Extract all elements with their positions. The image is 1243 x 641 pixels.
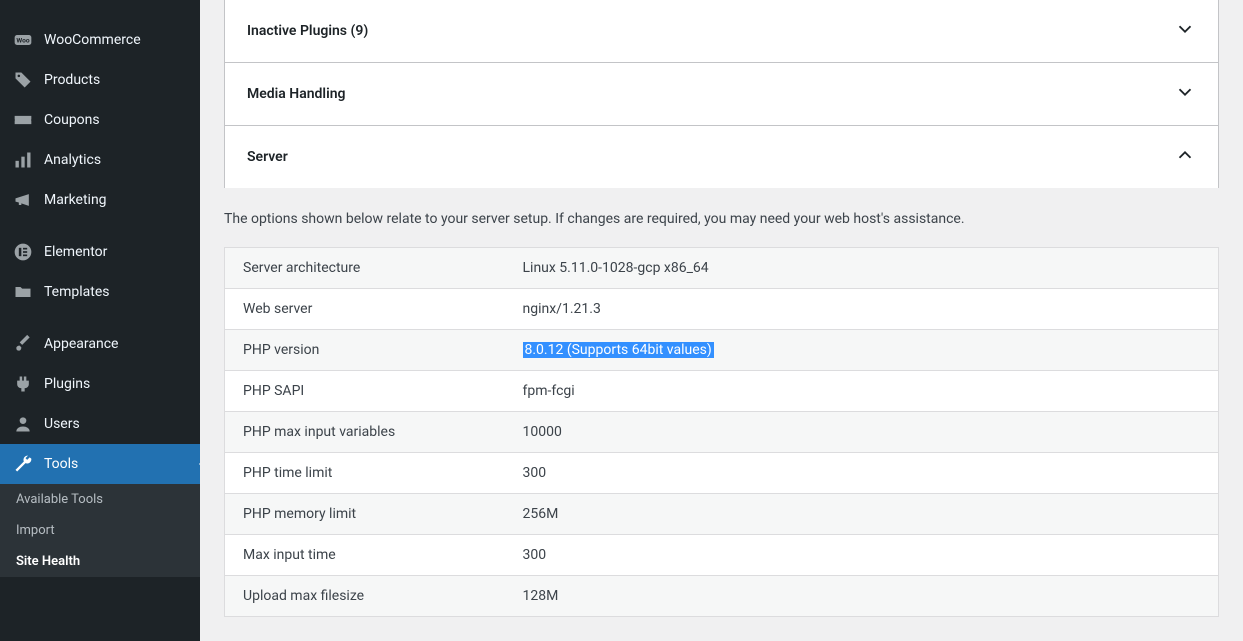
table-cell-label: Max input time (225, 535, 505, 576)
table-cell-label: PHP version (225, 330, 505, 371)
sidebar-item-label: Coupons (44, 112, 100, 128)
table-cell-label: Server architecture (225, 248, 505, 289)
svg-text:Woo: Woo (16, 37, 29, 45)
main-content: Inactive Plugins (9) Media Handling Serv… (200, 0, 1243, 641)
sidebar-item-label: Marketing (44, 192, 107, 208)
tag-icon (12, 70, 34, 90)
megaphone-icon (12, 190, 34, 210)
admin-sidebar: Woo WooCommerce Products Coupons Analyti… (0, 0, 200, 641)
sidebar-item-label: Templates (44, 284, 110, 300)
sidebar-item-templates[interactable]: Templates (0, 272, 200, 312)
elementor-icon (12, 242, 34, 262)
table-cell-label: PHP time limit (225, 453, 505, 494)
sidebar-item-plugins[interactable]: Plugins (0, 364, 200, 404)
sidebar-item-label: Appearance (44, 336, 118, 352)
panel-header-media-handling[interactable]: Media Handling (225, 63, 1218, 125)
sidebar-item-label: Plugins (44, 376, 90, 392)
submenu-available-tools[interactable]: Available Tools (0, 484, 200, 515)
ticket-icon (12, 110, 34, 130)
bar-chart-icon (12, 150, 34, 170)
sidebar-item-products[interactable]: Products (0, 60, 200, 100)
sidebar-item-tools[interactable]: Tools (0, 444, 200, 484)
chevron-up-icon (1174, 144, 1196, 170)
table-cell-value: 300 (505, 535, 1219, 576)
table-cell-value: 128M (505, 576, 1219, 617)
table-row: Upload max filesize128M (225, 576, 1219, 617)
tools-submenu: Available Tools Import Site Health (0, 484, 200, 577)
table-row: PHP time limit300 (225, 453, 1219, 494)
table-row: Server architectureLinux 5.11.0-1028-gcp… (225, 248, 1219, 289)
wrench-icon (12, 454, 34, 474)
sidebar-item-label: WooCommerce (44, 32, 141, 48)
sidebar-item-analytics[interactable]: Analytics (0, 140, 200, 180)
table-row: Web servernginx/1.21.3 (225, 289, 1219, 330)
sidebar-item-label: Elementor (44, 244, 107, 260)
sidebar-item-users[interactable]: Users (0, 404, 200, 444)
table-cell-value: 300 (505, 453, 1219, 494)
sidebar-item-marketing[interactable]: Marketing (0, 180, 200, 220)
panel-title: Media Handling (247, 86, 346, 102)
table-cell-value: 256M (505, 494, 1219, 535)
table-row: PHP SAPIfpm-fcgi (225, 371, 1219, 412)
sidebar-item-coupons[interactable]: Coupons (0, 100, 200, 140)
sidebar-item-label: Users (44, 416, 80, 432)
panel-server: Server (224, 125, 1219, 188)
table-cell-label: Web server (225, 289, 505, 330)
plug-icon (12, 374, 34, 394)
panel-title: Inactive Plugins (9) (247, 23, 368, 39)
sidebar-item-elementor[interactable]: Elementor (0, 232, 200, 272)
table-row: PHP memory limit256M (225, 494, 1219, 535)
table-cell-value: 8.0.12 (Supports 64bit values) (505, 330, 1219, 371)
table-cell-value: fpm-fcgi (505, 371, 1219, 412)
table-cell-label: PHP memory limit (225, 494, 505, 535)
panel-header-server[interactable]: Server (225, 126, 1218, 188)
woocommerce-icon: Woo (12, 30, 34, 50)
sidebar-item-label: Products (44, 72, 100, 88)
table-row: Max input time300 (225, 535, 1219, 576)
submenu-site-health[interactable]: Site Health (0, 546, 200, 577)
user-icon (12, 414, 34, 434)
panel-title: Server (247, 149, 288, 165)
table-cell-value: nginx/1.21.3 (505, 289, 1219, 330)
chevron-down-icon (1174, 18, 1196, 44)
highlighted-text: 8.0.12 (Supports 64bit values) (523, 342, 714, 358)
submenu-import[interactable]: Import (0, 515, 200, 546)
server-info-table: Server architectureLinux 5.11.0-1028-gcp… (224, 247, 1219, 617)
panel-inactive-plugins: Inactive Plugins (9) (224, 0, 1219, 63)
panel-media-handling: Media Handling (224, 62, 1219, 126)
table-row: PHP max input variables10000 (225, 412, 1219, 453)
sidebar-item-label: Analytics (44, 152, 101, 168)
sidebar-item-label: Tools (44, 456, 78, 472)
folder-icon (12, 282, 34, 302)
chevron-down-icon (1174, 81, 1196, 107)
brush-icon (12, 334, 34, 354)
table-cell-label: Upload max filesize (225, 576, 505, 617)
table-cell-value: 10000 (505, 412, 1219, 453)
table-row: PHP version 8.0.12 (Supports 64bit values… (225, 330, 1219, 371)
panel-header-inactive-plugins[interactable]: Inactive Plugins (9) (225, 0, 1218, 62)
table-cell-value: Linux 5.11.0-1028-gcp x86_64 (505, 248, 1219, 289)
sidebar-item-woocommerce[interactable]: Woo WooCommerce (0, 20, 200, 60)
table-cell-label: PHP max input variables (225, 412, 505, 453)
table-cell-label: PHP SAPI (225, 371, 505, 412)
sidebar-item-appearance[interactable]: Appearance (0, 324, 200, 364)
server-description: The options shown below relate to your s… (224, 211, 1219, 227)
